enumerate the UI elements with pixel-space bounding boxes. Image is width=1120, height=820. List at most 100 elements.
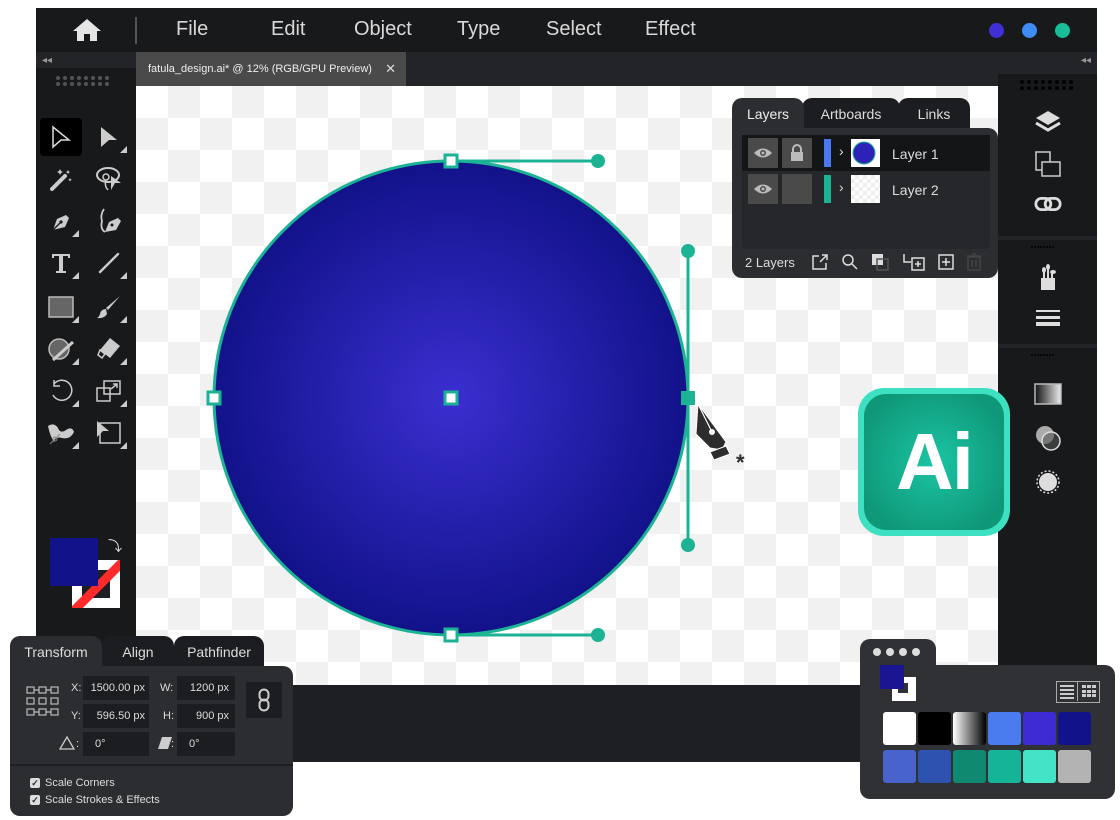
height-field[interactable]: 900 px <box>177 704 235 728</box>
window-dot-blue[interactable] <box>1022 23 1037 38</box>
list-view-icon[interactable] <box>1057 682 1078 701</box>
tab-align[interactable]: Align <box>102 636 174 670</box>
layer-row[interactable]: › Layer 1 <box>742 135 990 171</box>
rectangle-tool[interactable] <box>40 288 82 326</box>
swap-fill-stroke-icon[interactable]: ⤵ <box>108 536 122 556</box>
new-layer-button[interactable] <box>936 252 956 272</box>
clipping-mask-button[interactable] <box>870 252 890 272</box>
grid-view-icon[interactable] <box>1078 682 1099 701</box>
artboards-panel-button[interactable] <box>1034 150 1062 178</box>
lasso-tool[interactable] <box>88 160 130 198</box>
center-point[interactable] <box>443 390 459 406</box>
brushes-panel-button[interactable] <box>1034 264 1062 292</box>
fill-color-swatch[interactable] <box>50 538 98 586</box>
tab-links[interactable]: Links <box>898 98 970 132</box>
new-sublayer-button[interactable] <box>902 252 928 272</box>
color-swatch[interactable] <box>953 750 986 783</box>
color-swatch[interactable] <box>918 750 951 783</box>
rotate-field[interactable]: 0° <box>83 732 149 756</box>
color-swatch[interactable] <box>953 712 986 745</box>
panel-grip[interactable] <box>56 76 109 86</box>
visibility-toggle[interactable] <box>748 138 778 168</box>
direct-selection-tool[interactable] <box>88 118 130 156</box>
eraser-tool[interactable] <box>88 330 130 368</box>
lock-toggle[interactable] <box>782 174 812 204</box>
collapse-right-panel-icon[interactable]: ◂◂ <box>1081 55 1091 66</box>
menu-file[interactable]: File <box>176 18 208 41</box>
document-tab[interactable]: fatula_design.ai* @ 12% (RGB/GPU Preview… <box>136 52 406 86</box>
shaper-tool[interactable] <box>40 330 82 368</box>
scale-strokes-checkbox[interactable]: ✓ Scale Strokes & Effects <box>30 794 160 806</box>
tab-transform[interactable]: Transform <box>10 636 102 670</box>
locate-object-button[interactable] <box>840 252 860 272</box>
curvature-tool[interactable] <box>88 202 130 240</box>
transparency-panel-button[interactable] <box>1034 424 1062 452</box>
y-field[interactable]: 596.50 px <box>83 704 149 728</box>
panel-grip[interactable] <box>1031 354 1054 356</box>
color-swatch[interactable] <box>1058 712 1091 745</box>
constrain-proportions-button[interactable] <box>246 682 282 718</box>
export-button[interactable] <box>810 252 830 272</box>
x-field[interactable]: 1500.00 px <box>83 676 149 700</box>
gradient-panel-button[interactable] <box>1034 380 1062 408</box>
bottom-anchor-point[interactable] <box>443 627 459 643</box>
scale-corners-checkbox[interactable]: ✓ Scale Corners <box>30 777 115 789</box>
top-anchor-point[interactable] <box>443 153 459 169</box>
reference-point-icon[interactable] <box>26 686 60 716</box>
layers-panel-button[interactable] <box>1034 108 1062 136</box>
layer-name[interactable]: Layer 1 <box>892 146 939 162</box>
pen-tool[interactable] <box>40 202 82 240</box>
tab-pathfinder[interactable]: Pathfinder <box>174 636 264 670</box>
color-swatch[interactable] <box>1023 750 1056 783</box>
magic-wand-tool[interactable] <box>40 160 82 198</box>
scale-tool[interactable] <box>88 372 130 410</box>
tab-artboards[interactable]: Artboards <box>802 98 900 132</box>
layer-row[interactable]: › Layer 2 <box>742 171 990 207</box>
paintbrush-tool[interactable] <box>88 288 130 326</box>
stroke-panel-button[interactable] <box>1034 304 1062 332</box>
menu-select[interactable]: Select <box>546 18 602 41</box>
bottom-direction-handle[interactable] <box>591 628 605 642</box>
line-tool[interactable] <box>88 244 130 282</box>
color-swatch[interactable] <box>988 712 1021 745</box>
window-dot-purple[interactable] <box>989 23 1004 38</box>
checkbox-checked-icon[interactable]: ✓ <box>30 778 40 788</box>
top-direction-handle[interactable] <box>591 154 605 168</box>
color-swatch[interactable] <box>988 750 1021 783</box>
home-icon[interactable] <box>72 18 102 42</box>
left-anchor-point[interactable] <box>206 390 222 406</box>
panel-grip[interactable] <box>1020 80 1073 90</box>
appearance-panel-button[interactable] <box>1034 468 1062 496</box>
color-swatch[interactable] <box>1023 712 1056 745</box>
menu-type[interactable]: Type <box>457 18 500 41</box>
right-bottom-direction-handle[interactable] <box>681 538 695 552</box>
menu-object[interactable]: Object <box>354 18 412 41</box>
links-panel-button[interactable] <box>1034 190 1062 218</box>
visibility-toggle[interactable] <box>748 174 778 204</box>
color-swatch[interactable] <box>1058 750 1091 783</box>
panel-grip[interactable] <box>1031 246 1054 248</box>
menu-edit[interactable]: Edit <box>271 18 305 41</box>
right-anchor-point-selected[interactable] <box>681 391 695 405</box>
collapse-left-panel-icon[interactable]: ◂◂ <box>42 55 52 66</box>
warp-tool[interactable] <box>40 414 82 452</box>
right-top-direction-handle[interactable] <box>681 244 695 258</box>
color-swatch[interactable] <box>918 712 951 745</box>
type-tool[interactable] <box>40 244 82 282</box>
menu-effect[interactable]: Effect <box>645 18 696 41</box>
tab-layers[interactable]: Layers <box>732 98 804 132</box>
delete-layer-button[interactable] <box>964 252 984 272</box>
rotate-tool[interactable] <box>40 372 82 410</box>
free-transform-tool[interactable] <box>88 414 130 452</box>
layer-name[interactable]: Layer 2 <box>892 182 939 198</box>
width-field[interactable]: 1200 px <box>177 676 235 700</box>
selection-tool[interactable] <box>40 118 82 156</box>
lock-toggle[interactable] <box>782 138 812 168</box>
color-swatch[interactable] <box>883 750 916 783</box>
expand-chevron-icon[interactable]: › <box>839 143 844 159</box>
close-tab-icon[interactable]: ✕ <box>385 61 396 77</box>
window-dot-green[interactable] <box>1055 23 1070 38</box>
checkbox-checked-icon[interactable]: ✓ <box>30 795 40 805</box>
expand-chevron-icon[interactable]: › <box>839 179 844 195</box>
fill-indicator[interactable] <box>880 665 904 689</box>
